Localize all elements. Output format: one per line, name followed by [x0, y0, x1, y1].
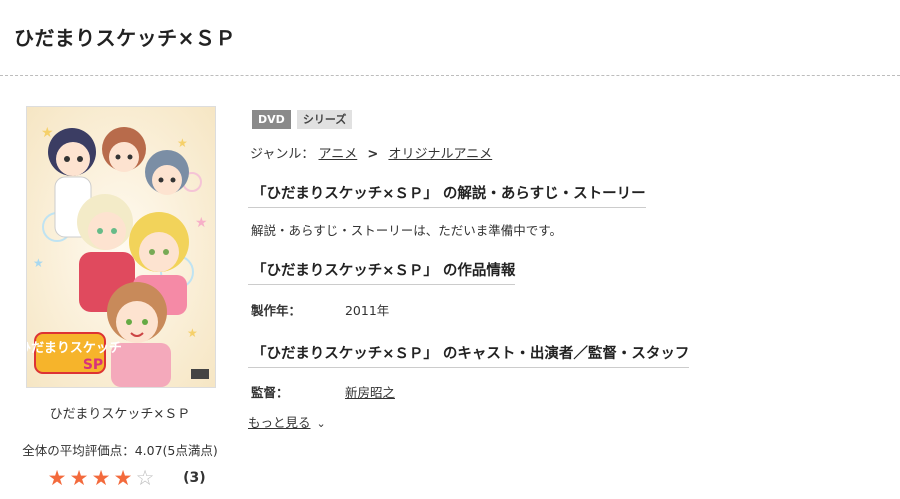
star-filled-icon: ★ [47, 466, 67, 490]
breadcrumb-separator: > [367, 147, 379, 162]
director-link[interactable]: 新房昭之 [345, 385, 395, 400]
product-sidebar: ★ ★ ★ ★ ★ ひだまりスケッチ SP ひだまりスケッチ×ＳＰ 全体の平均評… [0, 100, 240, 499]
production-year-label: 製作年： [251, 303, 302, 318]
star-filled-icon: ★ [91, 466, 111, 490]
show-more-link[interactable]: もっと見る ⌄ [248, 412, 326, 431]
star-filled-icon: ★ [113, 466, 133, 490]
cover-image[interactable]: ★ ★ ★ ★ ★ ひだまりスケッチ SP [26, 106, 216, 388]
dvd-badge: DVD [252, 110, 291, 129]
cover-logo-text: ひだまりスケッチ [27, 341, 122, 356]
cover-logo-sp: SP [83, 357, 103, 373]
genre-label: ジャンル： [250, 147, 315, 162]
genre-link-original-anime[interactable]: オリジナルアニメ [388, 147, 492, 162]
rating-stars-row: ★ ★ ★ ★ ☆ (3) [46, 466, 206, 492]
svg-text:★: ★ [187, 326, 198, 340]
title-bar: ひだまりスケッチ×ＳＰ [0, 0, 900, 76]
production-year-row: 製作年： 2011年 [251, 300, 389, 319]
rating-stars: ★ ★ ★ ★ ☆ [46, 466, 156, 490]
average-rating: 全体の平均評価点：4.07(5点満点) [22, 443, 218, 458]
svg-text:★: ★ [33, 256, 44, 270]
production-year-value: 2011年 [344, 303, 390, 318]
synopsis-text: 解説・あらすじ・ストーリーは、ただいま準備中です。 [251, 223, 563, 238]
svg-text:★: ★ [41, 125, 54, 141]
synopsis-heading: 「ひだまりスケッチ×ＳＰ」 の解説・あらすじ・ストーリー [248, 182, 646, 208]
review-count[interactable]: (3) [183, 470, 206, 486]
genre-link-anime[interactable]: アニメ [319, 147, 358, 162]
page-title: ひだまりスケッチ×ＳＰ [14, 26, 236, 50]
cast-staff-heading: 「ひだまりスケッチ×ＳＰ」 のキャスト・出演者／監督・スタッフ [248, 342, 690, 368]
director-label: 監督： [251, 385, 289, 400]
genre-breadcrumb: ジャンル： アニメ > オリジナルアニメ [250, 143, 492, 162]
cover-caption: ひだまりスケッチ×ＳＰ [49, 407, 191, 422]
svg-text:★: ★ [195, 215, 208, 231]
title-divider [0, 75, 900, 76]
cover-art-image: ★ ★ ★ ★ ★ ひだまりスケッチ SP [27, 107, 215, 387]
star-filled-icon: ★ [69, 466, 89, 490]
svg-text:★: ★ [177, 136, 188, 150]
show-more-label: もっと見る [248, 415, 311, 430]
star-empty-icon: ☆ [135, 466, 155, 490]
work-info-heading: 「ひだまりスケッチ×ＳＰ」 の作品情報 [248, 259, 516, 285]
badges: DVD シリーズ [252, 108, 353, 129]
chevron-down-icon: ⌄ [316, 417, 326, 430]
director-row: 監督： 新房昭之 [251, 382, 395, 401]
series-badge: シリーズ [296, 110, 353, 129]
